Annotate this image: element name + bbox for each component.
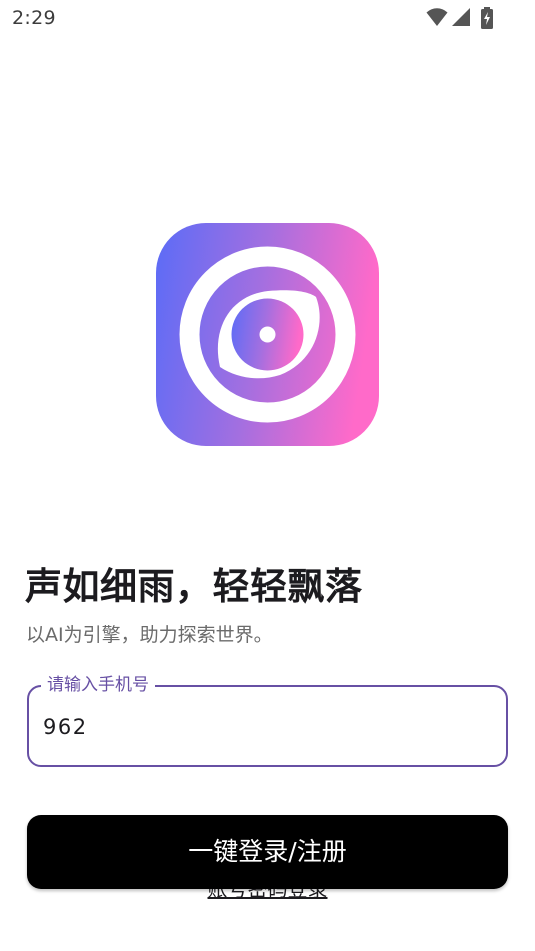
signal-icon bbox=[452, 8, 470, 26]
battery-charging-icon bbox=[481, 7, 493, 29]
status-time: 2:29 bbox=[12, 7, 56, 29]
subline: 以AI为引擎，助力探索世界。 bbox=[26, 624, 273, 646]
phone-field[interactable]: 请输入手机号 bbox=[27, 674, 508, 767]
phone-input[interactable] bbox=[43, 705, 483, 749]
status-bar: 2:29 bbox=[0, 0, 535, 38]
wifi-icon bbox=[426, 8, 448, 26]
one-click-login-button[interactable]: 一键登录/注册 bbox=[27, 815, 508, 889]
headline: 声如细雨，轻轻飘落 bbox=[25, 565, 363, 608]
app-logo-icon bbox=[156, 223, 379, 446]
login-screen: 2:29 声如细雨，轻轻飘落 以AI为引擎，助力探索世界。 请输入手机号 962… bbox=[0, 0, 535, 951]
phone-field-label: 请输入手机号 bbox=[41, 674, 155, 696]
